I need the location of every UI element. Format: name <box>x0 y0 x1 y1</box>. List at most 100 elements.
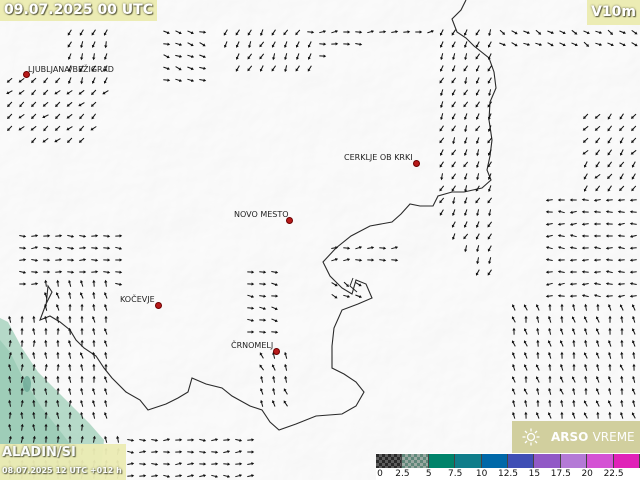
wind-arrow-head <box>179 450 183 454</box>
wind-arrow-head <box>227 462 231 466</box>
wind-arrow-head <box>488 93 492 97</box>
wind-arrow-head <box>584 327 588 331</box>
wind-arrow-head <box>179 78 183 82</box>
wind-arrow-head <box>191 78 195 82</box>
wind-arrow-head <box>155 474 159 478</box>
wind-arrow-head <box>56 387 60 391</box>
sun-icon <box>522 428 540 446</box>
wind-arrow-head <box>80 315 84 319</box>
wind-arrow-head <box>131 474 135 478</box>
wind-arrow-head <box>20 387 24 391</box>
wind-arrow-head <box>569 234 573 238</box>
wind-arrow-head <box>68 399 72 403</box>
wind-arrow-head <box>179 462 183 466</box>
wind-arrow-head <box>620 411 624 415</box>
wind-arrow-head <box>596 411 600 415</box>
wind-arrow-head <box>524 399 528 403</box>
wind-arrow-head <box>68 423 72 427</box>
wind-arrow-head <box>557 210 561 214</box>
wind-arrow-head <box>92 411 96 415</box>
wind-arrow-head <box>545 282 549 286</box>
wind-arrow-head <box>227 438 231 442</box>
legend-tick-label: 7.5 <box>448 469 463 479</box>
wind-arrow-head <box>617 210 621 214</box>
wind-arrow-head <box>8 351 12 355</box>
wind-arrow-head <box>371 246 375 250</box>
wind-arrow-head <box>629 234 633 238</box>
wind-arrow-head <box>536 327 540 331</box>
wind-arrow-head <box>104 45 108 49</box>
wind-arrow-head <box>8 327 12 331</box>
wind-arrow-head <box>8 315 12 319</box>
model-run-time: 08.07.2025 12 UTC +012 h <box>2 466 122 475</box>
wind-arrow-head <box>545 270 549 274</box>
wind-arrow-head <box>35 282 39 286</box>
wind-arrow-head <box>80 303 84 307</box>
wind-arrow-head <box>263 270 267 274</box>
wind-arrow-head <box>581 210 585 214</box>
wind-arrow-head <box>191 450 195 454</box>
wind-arrow-head <box>548 327 552 331</box>
city-label-kocevje: KOČEVJE <box>120 295 155 304</box>
wind-arrow-head <box>608 387 612 391</box>
wind-arrow-head <box>68 279 72 283</box>
wind-arrow-head <box>605 234 609 238</box>
wind-arrow-head <box>68 327 72 331</box>
wind-arrow-head <box>239 462 243 466</box>
wind-arrow-head <box>35 258 39 262</box>
wind-arrow-head <box>239 450 243 454</box>
wind-arrow-head <box>203 474 207 478</box>
wind-arrow-head <box>68 435 72 439</box>
wind-arrow-head <box>251 318 255 322</box>
wind-arrow-head <box>464 129 468 133</box>
wind-arrow-head <box>92 339 96 343</box>
wind-arrow-head <box>56 435 60 439</box>
wind-arrow-head <box>395 246 399 250</box>
wind-arrow-head <box>20 435 24 439</box>
wind-arrow-head <box>8 399 12 403</box>
wind-arrow-head <box>56 339 60 343</box>
wind-arrow-head <box>605 258 609 262</box>
wind-arrow-head <box>629 282 633 286</box>
wind-arrow-head <box>35 270 39 274</box>
wind-arrow-head <box>620 315 624 319</box>
wind-arrow-head <box>476 177 480 181</box>
wind-arrow-head <box>359 42 363 46</box>
wind-arrow-head <box>605 270 609 274</box>
wind-arrow-head <box>215 438 219 442</box>
wind-arrow-head <box>545 198 549 202</box>
wind-arrow-head <box>251 474 255 478</box>
wind-arrow-head <box>23 258 27 262</box>
wind-arrow-head <box>35 246 39 250</box>
wind-arrow-head <box>557 258 561 262</box>
city-label-novo-mesto: NOVO MESTO <box>234 210 289 219</box>
city-label-cerklje: CERKLJE OB KRKI <box>344 153 413 162</box>
wind-arrow-head <box>47 270 51 274</box>
wind-arrow-head <box>629 198 633 202</box>
wind-speed-legend: 0 2.5 5 7.5 10 12.5 15 17.5 20 22.5 <box>376 453 640 480</box>
wind-arrow-head <box>545 246 549 250</box>
wind-arrow-head <box>119 234 123 238</box>
wind-arrow-head <box>8 339 12 343</box>
legend-tick-label: 5 <box>425 469 432 479</box>
wind-arrow-head <box>584 375 588 379</box>
wind-arrow-head <box>617 198 621 202</box>
logo-text: ARSO VREME <box>551 430 635 444</box>
wind-arrow-head <box>104 303 108 307</box>
wind-arrow-head <box>632 315 636 319</box>
legend-tick-label: 0 <box>377 469 383 479</box>
wind-arrow-head <box>359 246 363 250</box>
wind-arrow-head <box>464 81 468 85</box>
wind-arrow-head <box>35 234 39 238</box>
wind-arrow-head <box>275 330 279 334</box>
wind-arrow-head <box>632 351 636 355</box>
wind-arrow-head <box>32 387 36 391</box>
wind-arrow-head <box>617 246 621 250</box>
wind-arrow-head <box>548 363 552 367</box>
wind-arrow-head <box>251 306 255 310</box>
wind-arrow-head <box>56 363 60 367</box>
wind-arrow-head <box>629 294 633 298</box>
wind-arrow-head <box>275 294 279 298</box>
wind-arrow-head <box>56 375 60 379</box>
wind-arrow-head <box>617 258 621 262</box>
